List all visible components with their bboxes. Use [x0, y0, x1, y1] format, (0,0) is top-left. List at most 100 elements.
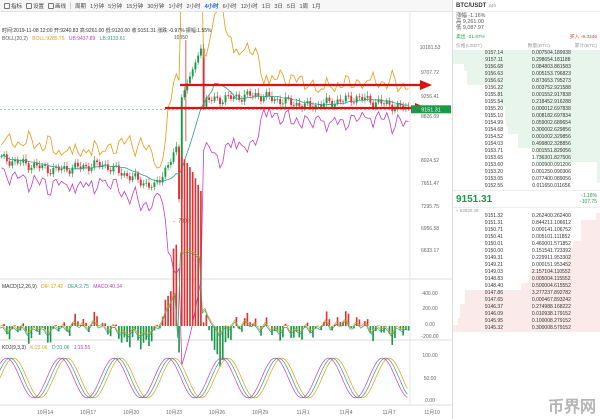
bid-row[interactable]: 9151.32 0.26240 0.262400 [453, 213, 600, 220]
candle-body [347, 95, 350, 97]
period-4-button[interactable]: 1分钟 [88, 2, 106, 10]
period-10-button[interactable]: 4小时 [203, 2, 221, 10]
ask-row[interactable]: 9155.54 0.21845 2.916288 [453, 99, 600, 106]
period-7-button[interactable]: 30分钟 [145, 2, 166, 10]
period-6-button[interactable]: 15分钟 [124, 2, 145, 10]
bid-row[interactable]: 9145.32 0.30000 8.579152 [453, 325, 600, 332]
price-cell: 9154.52 [484, 134, 503, 140]
price-cell: 9153.05 [484, 176, 503, 182]
period-14-button[interactable]: 3日 [272, 2, 285, 10]
ask-row[interactable]: 9156.62 0.87365 3.795273 [453, 78, 600, 85]
macd-bar [129, 326, 131, 348]
macd-tick-label: 400.00 [422, 291, 438, 297]
candle-body [93, 160, 96, 168]
bid-row[interactable]: 9146.09 0.01093 8.179152 [453, 311, 600, 318]
ask-row[interactable]: 9154.99 0.05900 2.689654 [453, 120, 600, 127]
ask-row[interactable]: 9155.20 0.00001 2.697838 [453, 106, 600, 113]
chart-canvas[interactable]: 10181.53 9707.72 9256.41 8826.09 8024.52 7651… [0, 12, 452, 419]
candle-body [336, 99, 339, 104]
kline-chart[interactable]: 10181.53 9707.72 9256.41 8826.09 8024.52 7651… [0, 12, 452, 419]
period-16-button[interactable]: 1周 [298, 2, 311, 10]
bid-row[interactable]: 9147.86 3.27723 7.892782 [453, 290, 600, 297]
total-cell: 2.921588 [550, 85, 571, 91]
ask-row[interactable]: 9153.20 0.00125 0.090306 [453, 169, 600, 176]
ask-row[interactable]: 9152.55 0.01165 0.011656 [453, 183, 600, 190]
ask-row[interactable]: 9157.14 0.00750 4.189938 [453, 50, 600, 57]
ask-row[interactable]: 9154.68 0.30000 2.629856 [453, 127, 600, 134]
ask-row[interactable]: 9153.65 1.73630 1.827506 [453, 155, 600, 162]
amount-cell: 0.50000 [531, 283, 550, 289]
bid-row[interactable]: 9145.95 0.10000 8.279152 [453, 318, 600, 325]
amount-cell: 0.21845 [531, 99, 550, 105]
price-cell: 9153.71 [484, 148, 503, 154]
bid-row[interactable]: 9149.03 2.15710 4.110552 [453, 269, 600, 276]
bid-row[interactable]: 9147.65 0.00046 7.893242 [453, 297, 600, 304]
price-cell: 9145.95 [484, 318, 503, 324]
ask-row[interactable]: 9153.71 0.00155 1.829056 [453, 148, 600, 155]
bid-row[interactable]: 9146.37 0.27498 8.168222 [453, 304, 600, 311]
period-5-button[interactable]: 5分钟 [106, 2, 124, 10]
bid-row[interactable]: 9148.83 0.00500 4.115552 [453, 276, 600, 283]
period-11-button[interactable]: 6小时 [221, 2, 239, 10]
tab-buy[interactable]: 买入 -9.3246 [527, 33, 597, 40]
ask-row[interactable]: 9153.05 0.07740 0.089056 [453, 176, 600, 183]
period-15-button[interactable]: 5日 [285, 2, 298, 10]
ask-row[interactable]: 9156.63 0.00515 3.796823 [453, 71, 600, 78]
ask-row[interactable]: 9154.03 0.49980 2.328856 [453, 141, 600, 148]
total-cell: 0.089056 [550, 176, 571, 182]
ask-row[interactable]: 9155.10 0.00818 2.697834 [453, 113, 600, 120]
ask-row[interactable]: 9153.60 0.00090 0.091206 [453, 162, 600, 169]
bid-row[interactable]: 9150.71 0.00014 1.106752 [453, 227, 600, 234]
kdj-legend: KDJ(9,3,3) K:22.06 D:31.06 J:15.55 [2, 345, 93, 351]
total-cell: 1.953302 [550, 255, 571, 261]
kdj-tick-label: 0.00 [425, 398, 435, 404]
period-3-button[interactable]: 周期 [73, 2, 88, 10]
symbol-name[interactable]: BTC/USDT [456, 3, 486, 9]
period-13-button[interactable]: 1日 [260, 2, 273, 10]
ask-list: 9157.14 0.00750 4.189938 9157.11 0.29865 4.18… [453, 50, 600, 190]
period-9-button[interactable]: 2小时 [185, 2, 203, 10]
amount-cell: 0.00510 [531, 234, 550, 240]
period-8-button[interactable]: 1小时 [166, 2, 184, 10]
symbol-sub: 24h [488, 3, 497, 8]
period-12-button[interactable]: 12小时 [239, 2, 260, 10]
candle-body [227, 95, 230, 97]
ask-row[interactable]: 9155.81 0.00155 2.917838 [453, 92, 600, 99]
bid-row[interactable]: 9149.21 0.00015 1.953452 [453, 262, 600, 269]
col-total: 累计(BTC) [574, 44, 597, 49]
price-cell: 9153.60 [484, 162, 503, 168]
tab-sell[interactable]: 卖出 -31.97% [456, 33, 527, 40]
amount-cell: 0.00125 [531, 169, 550, 175]
amount-cell: 0.87365 [531, 78, 550, 84]
bid-row[interactable]: 9150.00 0.15154 1.723392 [453, 248, 600, 255]
ask-row[interactable]: 9157.11 0.29865 4.181188 [453, 57, 600, 64]
candle-body [273, 98, 276, 101]
bid-row[interactable]: 9149.31 0.22991 1.953302 [453, 255, 600, 262]
candle-body [235, 94, 238, 97]
total-cell: 1.111852 [550, 234, 571, 240]
candle-body [268, 92, 271, 97]
candle-body [153, 182, 156, 187]
candle-body [246, 91, 249, 95]
bid-row[interactable]: 9150.01 0.46000 1.571852 [453, 241, 600, 248]
ask-row[interactable]: 9156.68 0.08480 3.881583 [453, 64, 600, 71]
candle-body [328, 97, 331, 102]
amount-cell: 0.46000 [531, 241, 550, 247]
toolbar-draw-button[interactable]: 画线 [46, 2, 68, 10]
macd-dea: DEA:2.75 [67, 284, 89, 290]
last-price-row: 9151.31 -1.16% -107.75 [453, 190, 600, 208]
price-cell: 9147.86 [484, 290, 503, 296]
ask-row[interactable]: 9154.52 0.00100 2.329856 [453, 134, 600, 141]
price-cell: 9157.11 [485, 57, 503, 63]
ask-row[interactable]: 9156.22 0.00375 2.921588 [453, 85, 600, 92]
bid-row[interactable]: 9151.31 0.84421 1.106612 [453, 220, 600, 227]
col-amount: 数量(BTC) [527, 44, 550, 49]
toolbar-indicators-button[interactable]: 指标 [2, 2, 24, 10]
total-cell: 2.697838 [550, 106, 571, 112]
candles [0, 43, 410, 203]
period-17-button[interactable]: 1月 [310, 2, 323, 10]
toolbar-settings-button[interactable]: 设置 [24, 2, 46, 10]
bid-row[interactable]: 9150.41 0.00510 1.111852 [453, 234, 600, 241]
bid-row[interactable]: 9148.40 0.50000 4.615552 [453, 283, 600, 290]
candle-body [57, 166, 60, 171]
